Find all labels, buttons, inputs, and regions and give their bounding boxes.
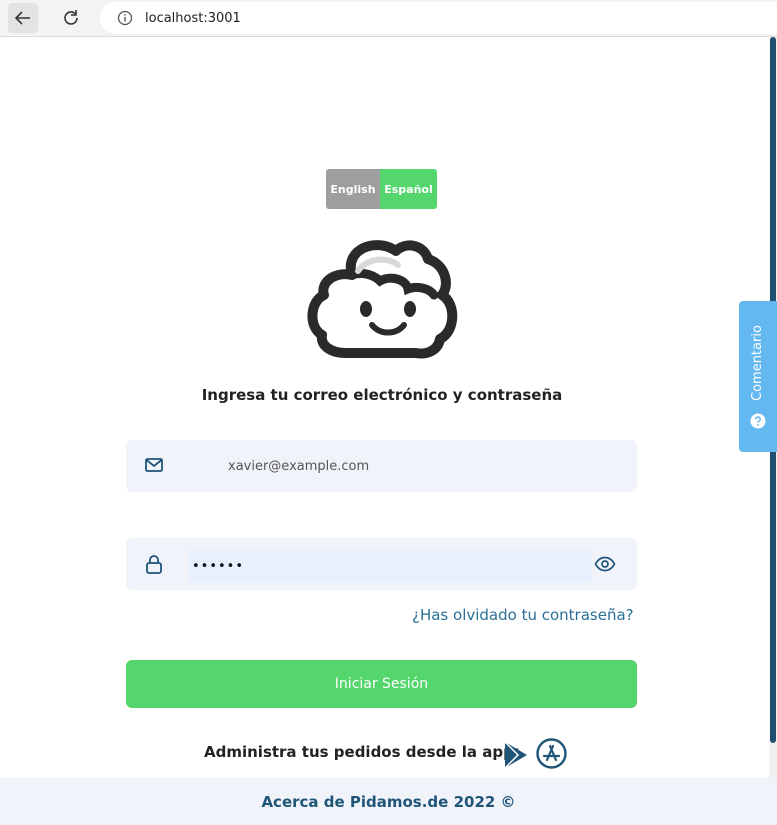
info-icon[interactable] <box>117 10 133 26</box>
page-footer: Acerca de Pidamos.de 2022 © <box>0 778 777 825</box>
lock-icon <box>144 553 164 579</box>
back-arrow-icon <box>14 11 30 25</box>
forgot-password-link[interactable]: ¿Has olvidado tu contraseña? <box>412 606 634 624</box>
english-button[interactable]: English <box>326 169 380 209</box>
mail-icon <box>144 455 164 479</box>
app-store-icon[interactable] <box>536 738 567 773</box>
password-field: •••••• <box>126 538 637 590</box>
language-toggle: English Español <box>326 169 437 209</box>
spanish-button[interactable]: Español <box>380 169 437 209</box>
email-field[interactable]: xavier@example.com <box>126 440 637 492</box>
login-subtitle: Ingresa tu correo electrónico y contrase… <box>201 386 563 404</box>
browser-toolbar: localhost:3001 <box>0 0 777 37</box>
back-button[interactable] <box>8 3 38 33</box>
reload-icon <box>64 10 78 25</box>
feedback-tab[interactable]: Comentario <box>739 301 777 452</box>
password-value: •••••• <box>192 558 245 574</box>
address-bar[interactable]: localhost:3001 <box>100 2 777 34</box>
feedback-label: Comentario <box>750 325 765 401</box>
url-text: localhost:3001 <box>145 10 241 26</box>
question-icon <box>750 413 766 433</box>
login-button[interactable]: Iniciar Sesión <box>126 660 637 708</box>
google-play-icon[interactable] <box>503 740 529 774</box>
cloud-logo <box>306 235 458 365</box>
app-promo-text: Administra tus pedidos desde la app: <box>204 743 520 761</box>
password-input[interactable]: •••••• <box>188 550 592 582</box>
email-value: xavier@example.com <box>228 459 370 474</box>
eye-icon[interactable] <box>594 556 616 576</box>
footer-link[interactable]: Acerca de Pidamos.de 2022 © <box>261 793 515 811</box>
reload-button[interactable] <box>56 3 86 33</box>
